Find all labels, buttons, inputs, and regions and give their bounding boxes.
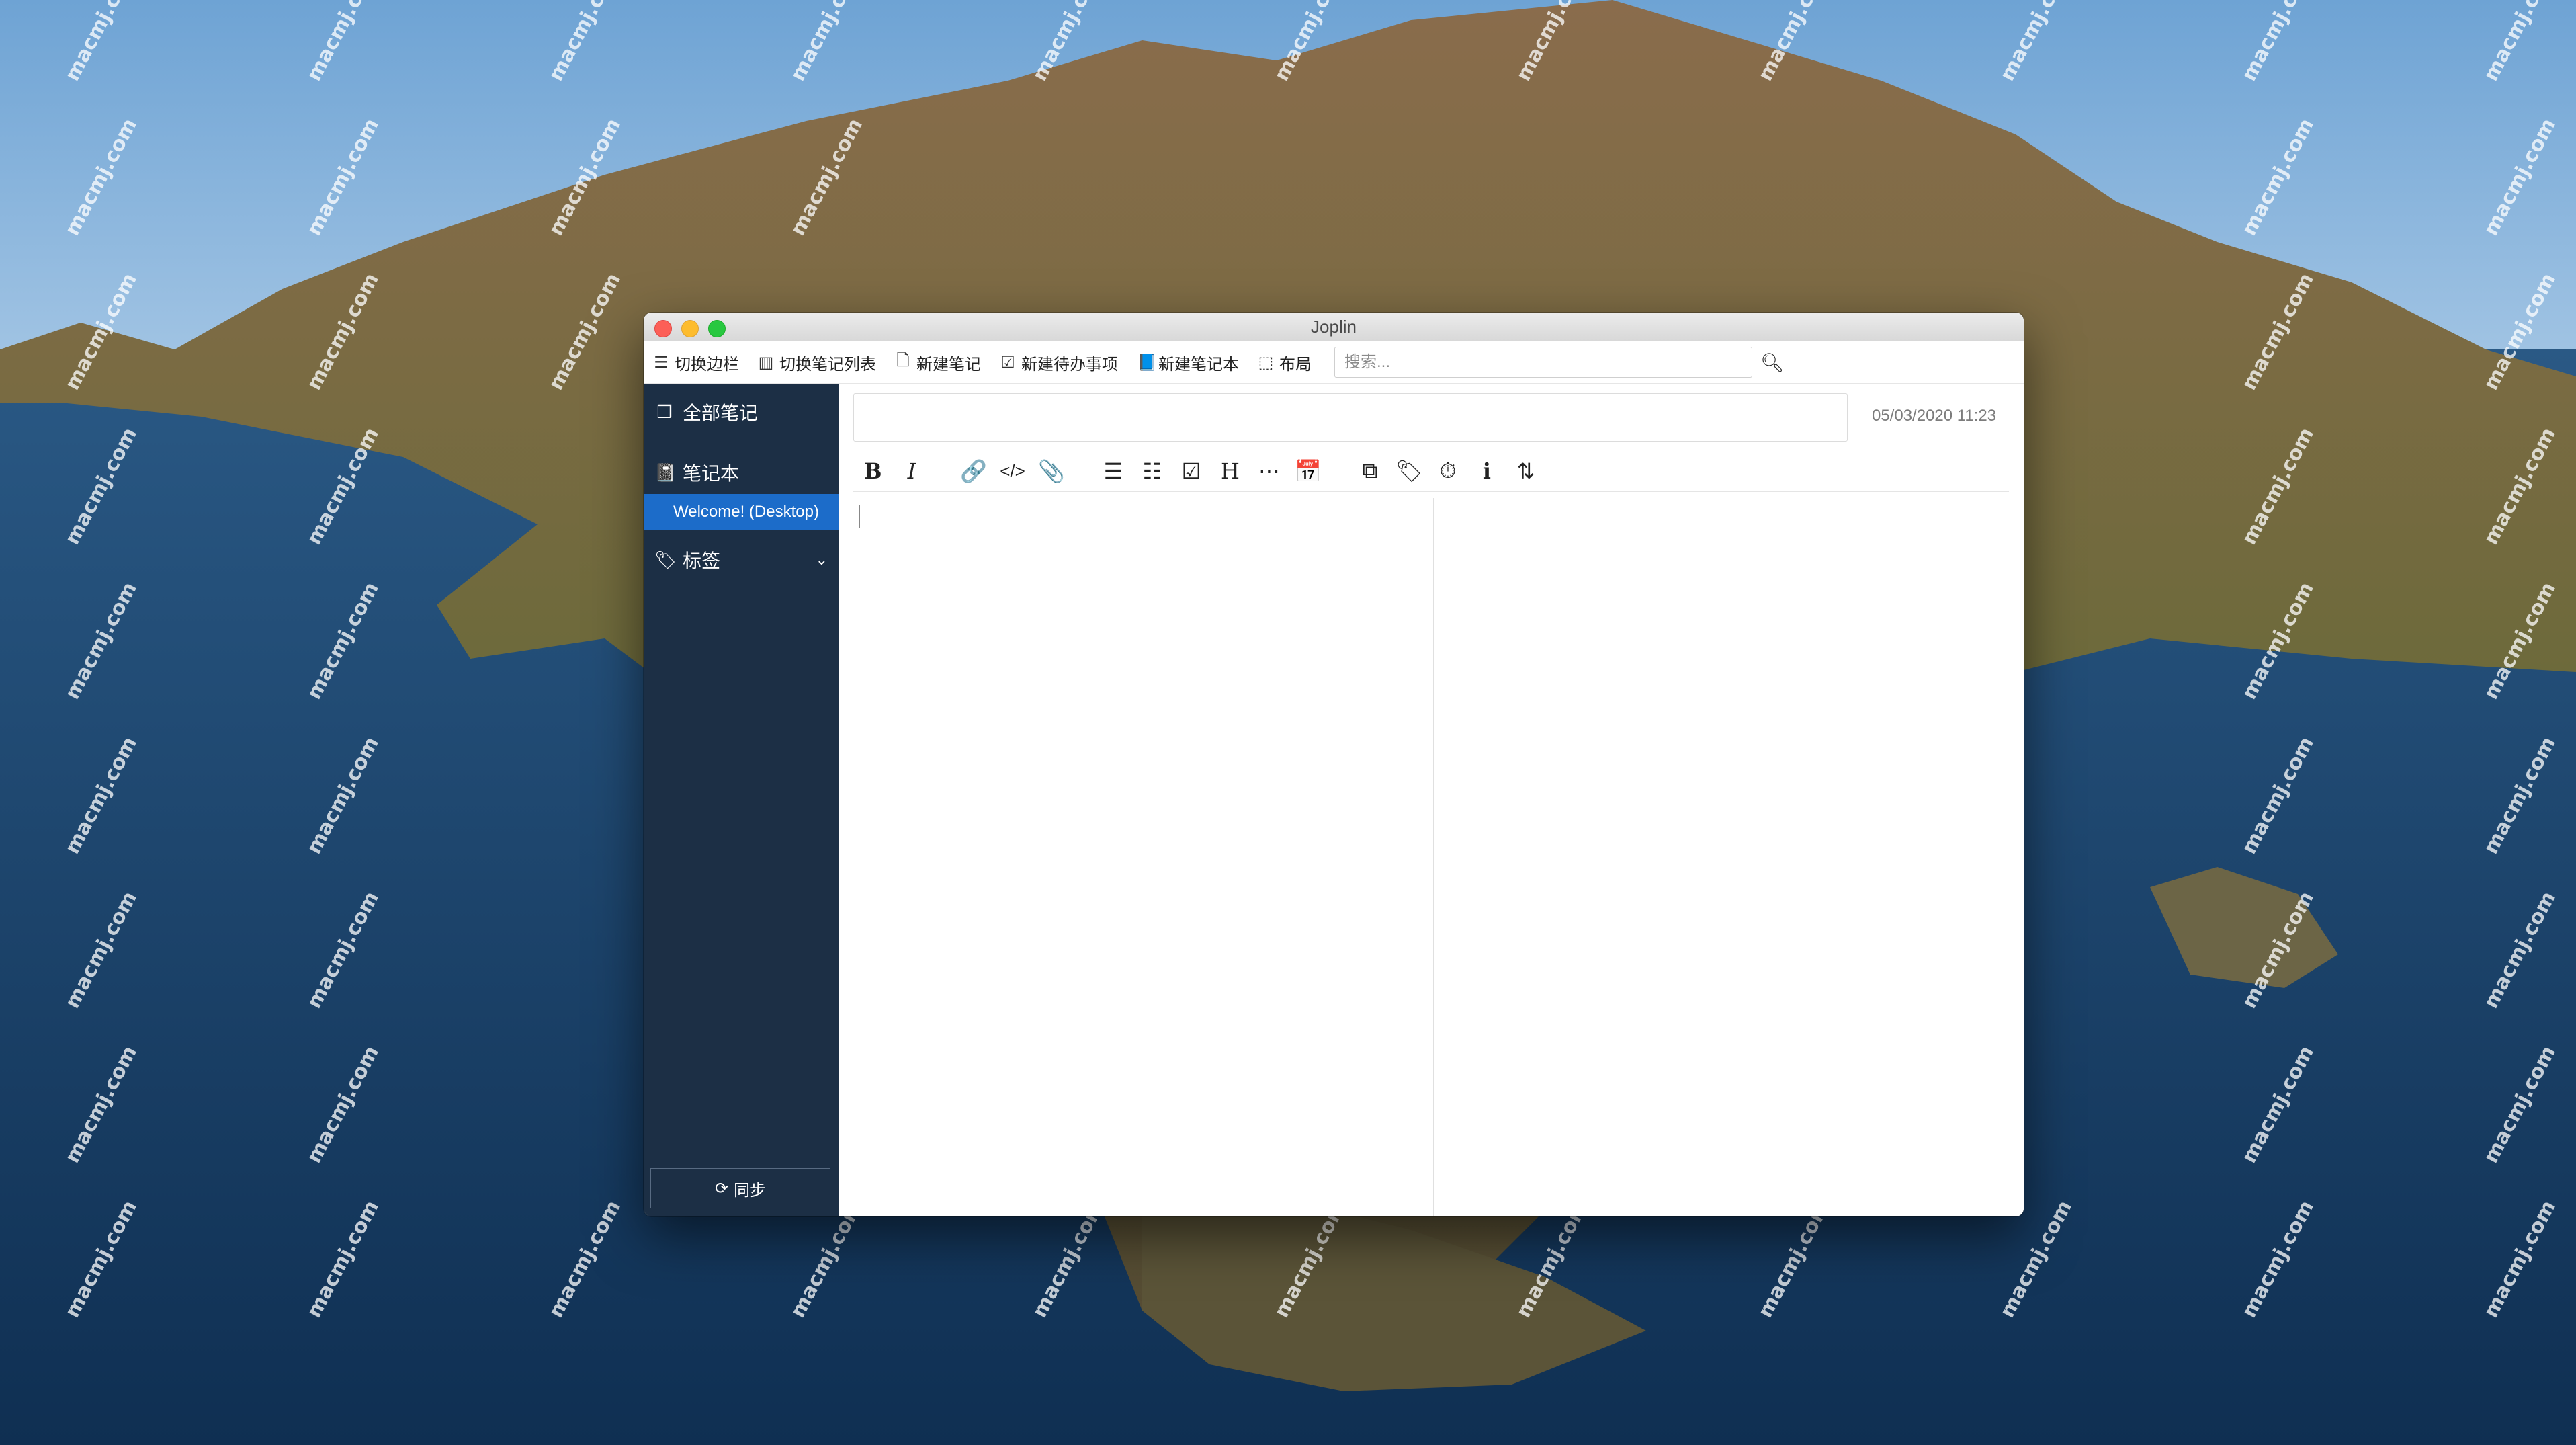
columns-icon: ▥ xyxy=(758,353,774,372)
window-controls xyxy=(654,320,726,337)
sync-button[interactable]: ⟳ 同步 xyxy=(650,1168,830,1208)
tags-icon: 🏷 xyxy=(654,549,677,570)
info-button[interactable]: ℹ xyxy=(1467,454,1506,489)
ellipsis-icon: ⋯ xyxy=(1258,459,1280,483)
toggle-sidebar-label: 切换边栏 xyxy=(675,355,739,374)
insert-date-button[interactable]: 📅 xyxy=(1289,454,1328,489)
bold-button[interactable]: B xyxy=(853,454,892,489)
clock-icon: ⏱ xyxy=(1439,458,1457,483)
sidebar-item-tags[interactable]: 🏷 标签 ⌄ xyxy=(644,538,839,581)
chevron-down-icon[interactable]: ⌄ xyxy=(816,551,828,569)
italic-button[interactable]: I xyxy=(892,454,931,489)
tags-button[interactable]: 🏷 xyxy=(1389,454,1428,489)
horizontal-rule-button[interactable]: ⋯ xyxy=(1250,454,1289,489)
all-notes-label: 全部笔记 xyxy=(683,403,759,423)
sync-icon: ⟳ xyxy=(714,1179,729,1198)
copy-icon: ❐ xyxy=(656,401,673,422)
new-note-label: 新建笔记 xyxy=(916,355,981,374)
layout-button[interactable]: ⬚ 布局 xyxy=(1248,346,1321,378)
notebooks-label: 笔记本 xyxy=(683,463,740,484)
link-button[interactable]: 🔗 xyxy=(954,454,993,489)
code-button[interactable]: </> xyxy=(993,454,1032,489)
markdown-editor-pane[interactable] xyxy=(853,498,1431,1216)
book-icon: 📓 xyxy=(654,462,677,483)
external-link-icon: ⧉ xyxy=(1362,458,1378,483)
close-window-button[interactable] xyxy=(654,320,672,337)
note-date: 05/03/2020 11:23 xyxy=(1872,407,1997,425)
sidebar-item-all-notes[interactable]: ❐ 全部笔记 xyxy=(644,390,839,434)
new-notebook-button[interactable]: 📘 新建笔记本 xyxy=(1127,346,1248,378)
checkbox-icon: ☑ xyxy=(1181,459,1201,483)
new-todo-label: 新建待办事项 xyxy=(1021,355,1118,374)
hamburger-icon: ☰ xyxy=(654,353,669,372)
sidebar-item-notebooks[interactable]: 📓 笔记本 xyxy=(644,451,839,494)
alarm-button[interactable]: ⏱ xyxy=(1428,454,1467,489)
note-title-input[interactable] xyxy=(853,393,1848,442)
info-icon: ℹ xyxy=(1482,459,1492,483)
sidebar: ❐ 全部笔记 📓 笔记本 Welcome! (Desktop) 🏷 标签 ⌄ ⟳… xyxy=(644,384,839,1216)
format-toolbar: B I 🔗 </> 📎 ☰ ☷ ☑ H ⋯ 📅 ⧉ 🏷 ⏱ ℹ ⇅ xyxy=(853,451,2009,492)
text-cursor xyxy=(859,505,860,528)
layout-icon: ⬚ xyxy=(1258,353,1274,372)
attach-button[interactable]: 📎 xyxy=(1032,454,1071,489)
checkbox-list-button[interactable]: ☑ xyxy=(1172,454,1211,489)
toggle-editor-button[interactable]: ⇅ xyxy=(1506,454,1545,489)
numbered-list-button[interactable]: ☰ xyxy=(1094,454,1133,489)
italic-icon: I xyxy=(907,458,916,484)
joplin-window: Joplin ☰ 切换边栏 ▥ 切换笔记列表 🗋 新建笔记 ☑ 新建待办事项 📘… xyxy=(644,313,2024,1216)
preview-pane[interactable] xyxy=(1434,498,2024,1216)
toggle-note-list-button[interactable]: ▥ 切换笔记列表 xyxy=(748,346,886,378)
toggle-sidebar-button[interactable]: ☰ 切换边栏 xyxy=(644,346,748,378)
calendar-plus-icon: 📅 xyxy=(1295,459,1322,483)
sync-label: 同步 xyxy=(734,1181,767,1200)
maximize-window-button[interactable] xyxy=(708,320,726,337)
code-icon: </> xyxy=(1000,460,1025,481)
new-note-button[interactable]: 🗋 新建笔记 xyxy=(886,346,990,378)
search-icon[interactable]: 🔍︎ xyxy=(1760,352,1785,374)
window-title: Joplin xyxy=(1311,316,1357,337)
layout-toggle-icon: ⇅ xyxy=(1516,459,1535,483)
layout-label: 布局 xyxy=(1279,355,1312,374)
note-editor: 05/03/2020 11:23 B I 🔗 </> 📎 ☰ ☷ ☑ H ⋯ 📅… xyxy=(839,384,2024,1216)
file-icon: 🗋 xyxy=(896,351,910,370)
toggle-note-list-label: 切换笔记列表 xyxy=(779,355,876,374)
tags-icon: 🏷 xyxy=(1395,459,1423,483)
check-square-icon: ☑ xyxy=(1000,353,1015,372)
numbered-list-icon: ☰ xyxy=(1103,459,1123,483)
heading-icon: H xyxy=(1221,458,1240,484)
bullet-list-button[interactable]: ☷ xyxy=(1133,454,1172,489)
external-edit-button[interactable]: ⧉ xyxy=(1350,454,1389,489)
tags-label: 标签 xyxy=(683,550,721,571)
bold-icon: B xyxy=(863,458,882,484)
heading-button[interactable]: H xyxy=(1211,454,1250,489)
link-icon: 🔗 xyxy=(960,459,987,483)
bullet-list-icon: ☷ xyxy=(1142,459,1162,483)
title-bar[interactable]: Joplin xyxy=(644,313,2024,341)
main-toolbar: ☰ 切换边栏 ▥ 切换笔记列表 🗋 新建笔记 ☑ 新建待办事项 📘 新建笔记本 … xyxy=(644,341,2024,384)
new-notebook-label: 新建笔记本 xyxy=(1158,355,1239,374)
search-input[interactable] xyxy=(1334,347,1752,378)
sidebar-notebook-welcome[interactable]: Welcome! (Desktop) xyxy=(644,494,839,530)
book-icon: 📘 xyxy=(1137,353,1157,372)
new-todo-button[interactable]: ☑ 新建待办事项 xyxy=(990,346,1127,378)
minimize-window-button[interactable] xyxy=(681,320,699,337)
paperclip-icon: 📎 xyxy=(1038,459,1065,483)
